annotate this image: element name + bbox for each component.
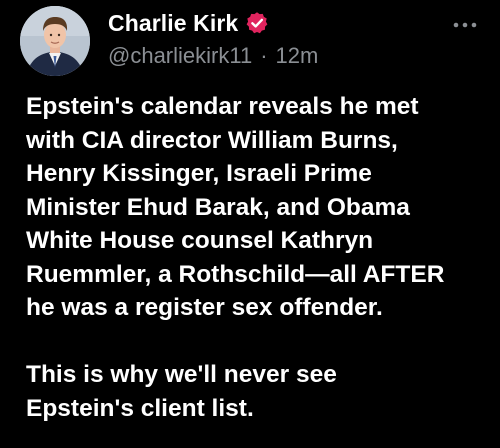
- more-horizontal-icon[interactable]: [450, 18, 480, 32]
- author-handle[interactable]: @charliekirk11: [108, 43, 252, 69]
- tweet-text-line: Epstein's client list.: [26, 394, 254, 422]
- tweet-text-line: Henry Kissinger, Israeli Prime: [26, 160, 372, 187]
- tweet-text-line: with CIA director William Burns,: [26, 126, 398, 154]
- tweet-text-line: Epstein's calendar reveals he met: [26, 93, 419, 120]
- verified-badge-icon: [245, 11, 269, 35]
- tweet-text-line: Ruemmler, a Rothschild—all AFTER: [26, 260, 445, 288]
- author-name-row: Charlie Kirk: [108, 8, 269, 38]
- tweet-timestamp[interactable]: 12m: [276, 43, 319, 69]
- tweet-text: Epstein's calendar reveals he met with C…: [26, 90, 492, 425]
- tweet-text-line: he was a register sex offender.: [26, 294, 383, 321]
- author-display-name[interactable]: Charlie Kirk: [108, 10, 238, 37]
- tweet: Charlie Kirk @charliekirk11 · 12m Epstei…: [0, 0, 500, 448]
- tweet-text-line: This is why we'll never see: [26, 361, 337, 388]
- meta-separator: ·: [260, 43, 268, 68]
- author-meta-row: @charliekirk11 · 12m: [108, 43, 318, 69]
- tweet-text-line: Minister Ehud Barak, and Obama: [26, 193, 410, 221]
- tweet-text-line: White House counsel Kathryn: [26, 227, 374, 254]
- avatar-image: [20, 6, 90, 76]
- avatar[interactable]: [20, 6, 90, 76]
